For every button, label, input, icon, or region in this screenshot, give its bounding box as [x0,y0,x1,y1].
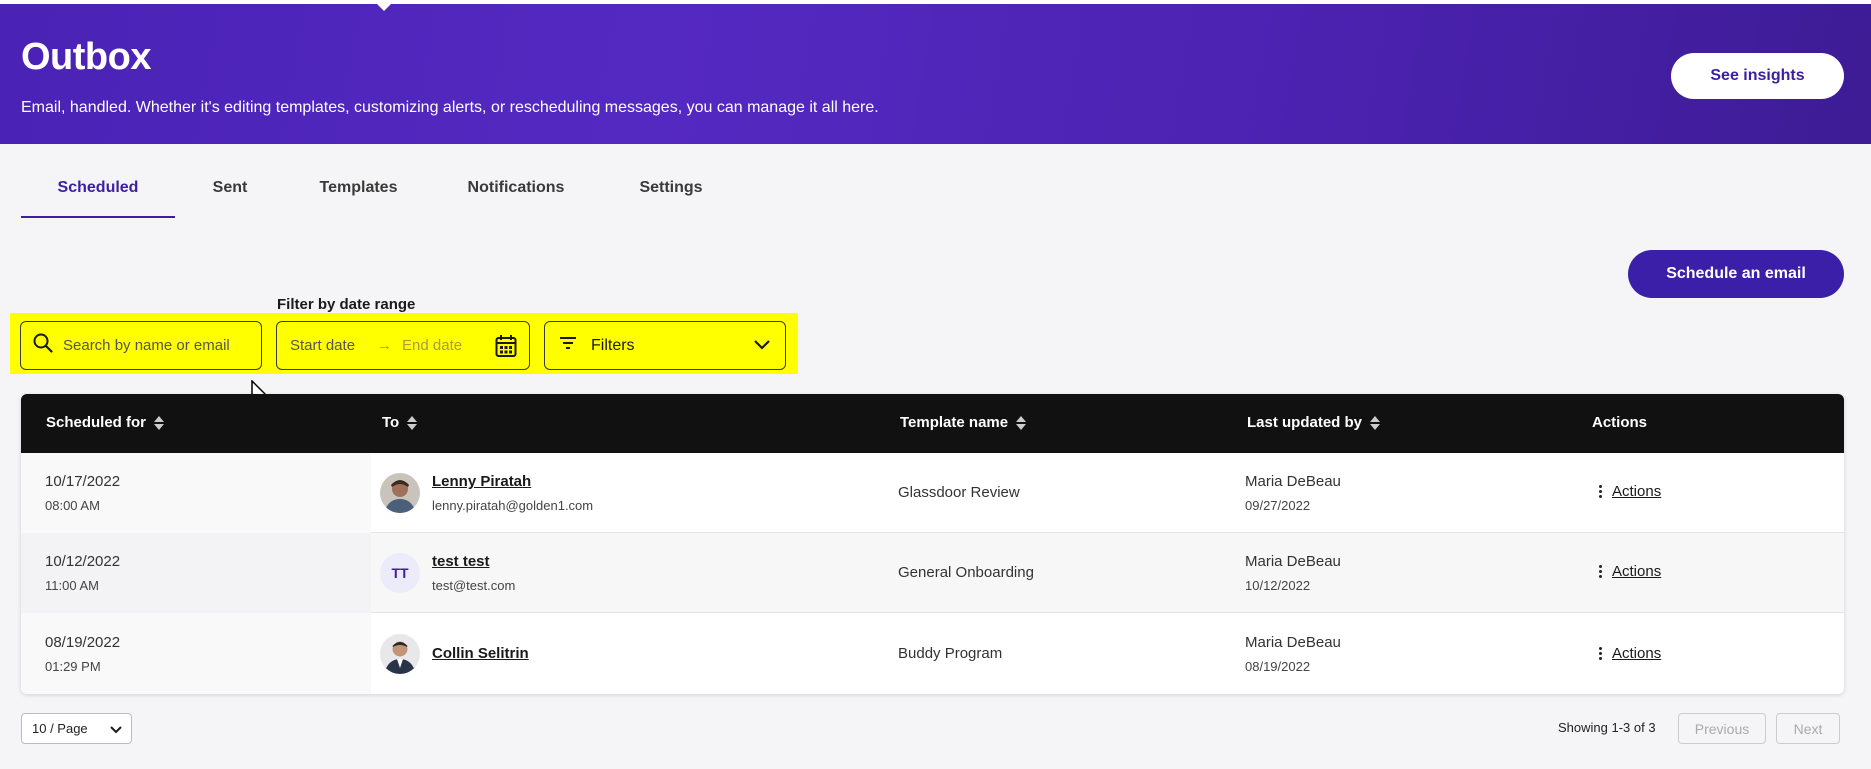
recipient-cell: Collin Selitrin [432,645,529,662]
end-date-input[interactable]: End date [402,337,462,354]
kebab-menu-icon [1599,485,1602,498]
tab-bar: Scheduled Sent Templates Notifications S… [21,170,742,218]
updated-date: 10/12/2022 [1245,578,1311,593]
calendar-icon[interactable] [495,334,517,362]
recipient-cell: Lenny Piratah lenny.piratah@golden1.com [432,473,593,513]
recipient-name-link[interactable]: test test [432,553,515,570]
sort-icon[interactable] [1016,415,1027,430]
tab-notifications[interactable]: Notifications [432,170,600,218]
actions-link[interactable]: Actions [1612,645,1661,662]
sort-icon[interactable] [154,415,165,430]
arrow-right-icon: → [377,337,393,354]
updated-by-name: Maria DeBeau [1245,473,1341,490]
table-row: 10/17/2022 08:00 AM Lenny Piratah lenny.… [21,453,1844,533]
table-header: Scheduled for To Template name Last upda… [21,394,1844,453]
page-size-select[interactable]: 10 / Page [21,713,132,744]
chevron-down-icon [109,723,123,738]
last-updated-cell: Maria DeBeau 10/12/2022 [1245,553,1341,593]
actions-link[interactable]: Actions [1612,483,1661,500]
column-header-last-updated-by[interactable]: Last updated by [1247,414,1381,431]
scheduled-for-cell: 08/19/2022 01:29 PM [45,634,120,674]
table-row: 10/12/2022 11:00 AM TT test test test@te… [21,533,1844,613]
date-range-picker[interactable]: Start date → End date [276,321,530,370]
search-input[interactable] [63,337,253,354]
scheduled-time: 08:00 AM [45,498,100,513]
updated-by-name: Maria DeBeau [1245,634,1341,651]
header-notch [377,4,391,11]
template-name-cell: Buddy Program [898,645,1003,662]
previous-page-button[interactable]: Previous [1678,713,1766,744]
actions-link[interactable]: Actions [1612,563,1661,580]
kebab-menu-icon [1599,647,1602,660]
scheduled-time: 11:00 AM [45,578,99,593]
schedule-email-button[interactable]: Schedule an email [1628,250,1844,298]
recipient-email: lenny.piratah@golden1.com [432,498,594,513]
scheduled-date: 08/19/2022 [45,634,121,651]
tab-settings[interactable]: Settings [600,170,742,218]
kebab-menu-icon [1599,565,1602,578]
page-header: Outbox Email, handled. Whether it's edit… [0,0,1871,144]
filters-dropdown[interactable]: Filters [544,321,786,370]
search-icon [33,333,53,358]
next-page-button[interactable]: Next [1776,713,1840,744]
recipient-cell: test test test@test.com [432,553,515,593]
avatar: TT [380,553,420,593]
sort-icon[interactable] [1370,415,1381,430]
row-actions-menu[interactable]: Actions [1599,563,1661,580]
recipient-name-link[interactable]: Collin Selitrin [432,645,529,662]
scheduled-for-cell: 10/17/2022 08:00 AM [45,473,120,513]
scheduled-emails-table: Scheduled for To Template name Last upda… [21,394,1844,694]
scheduled-date: 10/12/2022 [45,553,121,570]
row-actions-menu[interactable]: Actions [1599,483,1661,500]
sort-icon[interactable] [407,415,418,430]
last-updated-cell: Maria DeBeau 09/27/2022 [1245,473,1341,513]
tab-scheduled[interactable]: Scheduled [21,170,175,218]
tab-sent[interactable]: Sent [175,170,285,218]
table-row: 08/19/2022 01:29 PM Collin Selitrin Budd… [21,613,1844,694]
last-updated-cell: Maria DeBeau 08/19/2022 [1245,634,1341,674]
scheduled-date: 10/17/2022 [45,473,121,490]
template-name-cell: Glassdoor Review [898,484,1020,501]
updated-by-name: Maria DeBeau [1245,553,1341,570]
column-header-to[interactable]: To [382,414,418,431]
filter-icon [559,336,577,355]
template-name-cell: General Onboarding [898,564,1034,581]
updated-date: 09/27/2022 [1245,498,1311,513]
filters-label: Filters [591,336,635,354]
start-date-input[interactable]: Start date [290,337,355,354]
avatar [380,634,420,674]
tab-templates[interactable]: Templates [285,170,432,218]
recipient-name-link[interactable]: Lenny Piratah [432,473,593,490]
updated-date: 08/19/2022 [1245,659,1311,674]
page-size-value: 10 / Page [32,721,88,736]
column-header-template-name[interactable]: Template name [900,414,1027,431]
page-subtitle: Email, handled. Whether it's editing tem… [21,99,879,116]
avatar [380,473,420,513]
scheduled-for-cell: 10/12/2022 11:00 AM [45,553,120,593]
recipient-email: test@test.com [432,578,516,593]
page-title: Outbox [21,36,151,78]
see-insights-button[interactable]: See insights [1671,53,1844,99]
column-header-scheduled-for[interactable]: Scheduled for [46,414,165,431]
search-field[interactable] [20,321,262,370]
column-header-actions: Actions [1592,414,1648,431]
date-range-label: Filter by date range [277,296,416,313]
row-actions-menu[interactable]: Actions [1599,645,1661,662]
scheduled-time: 01:29 PM [45,659,101,674]
results-count: Showing 1-3 of 3 [1558,720,1656,735]
chevron-down-icon [753,338,771,356]
